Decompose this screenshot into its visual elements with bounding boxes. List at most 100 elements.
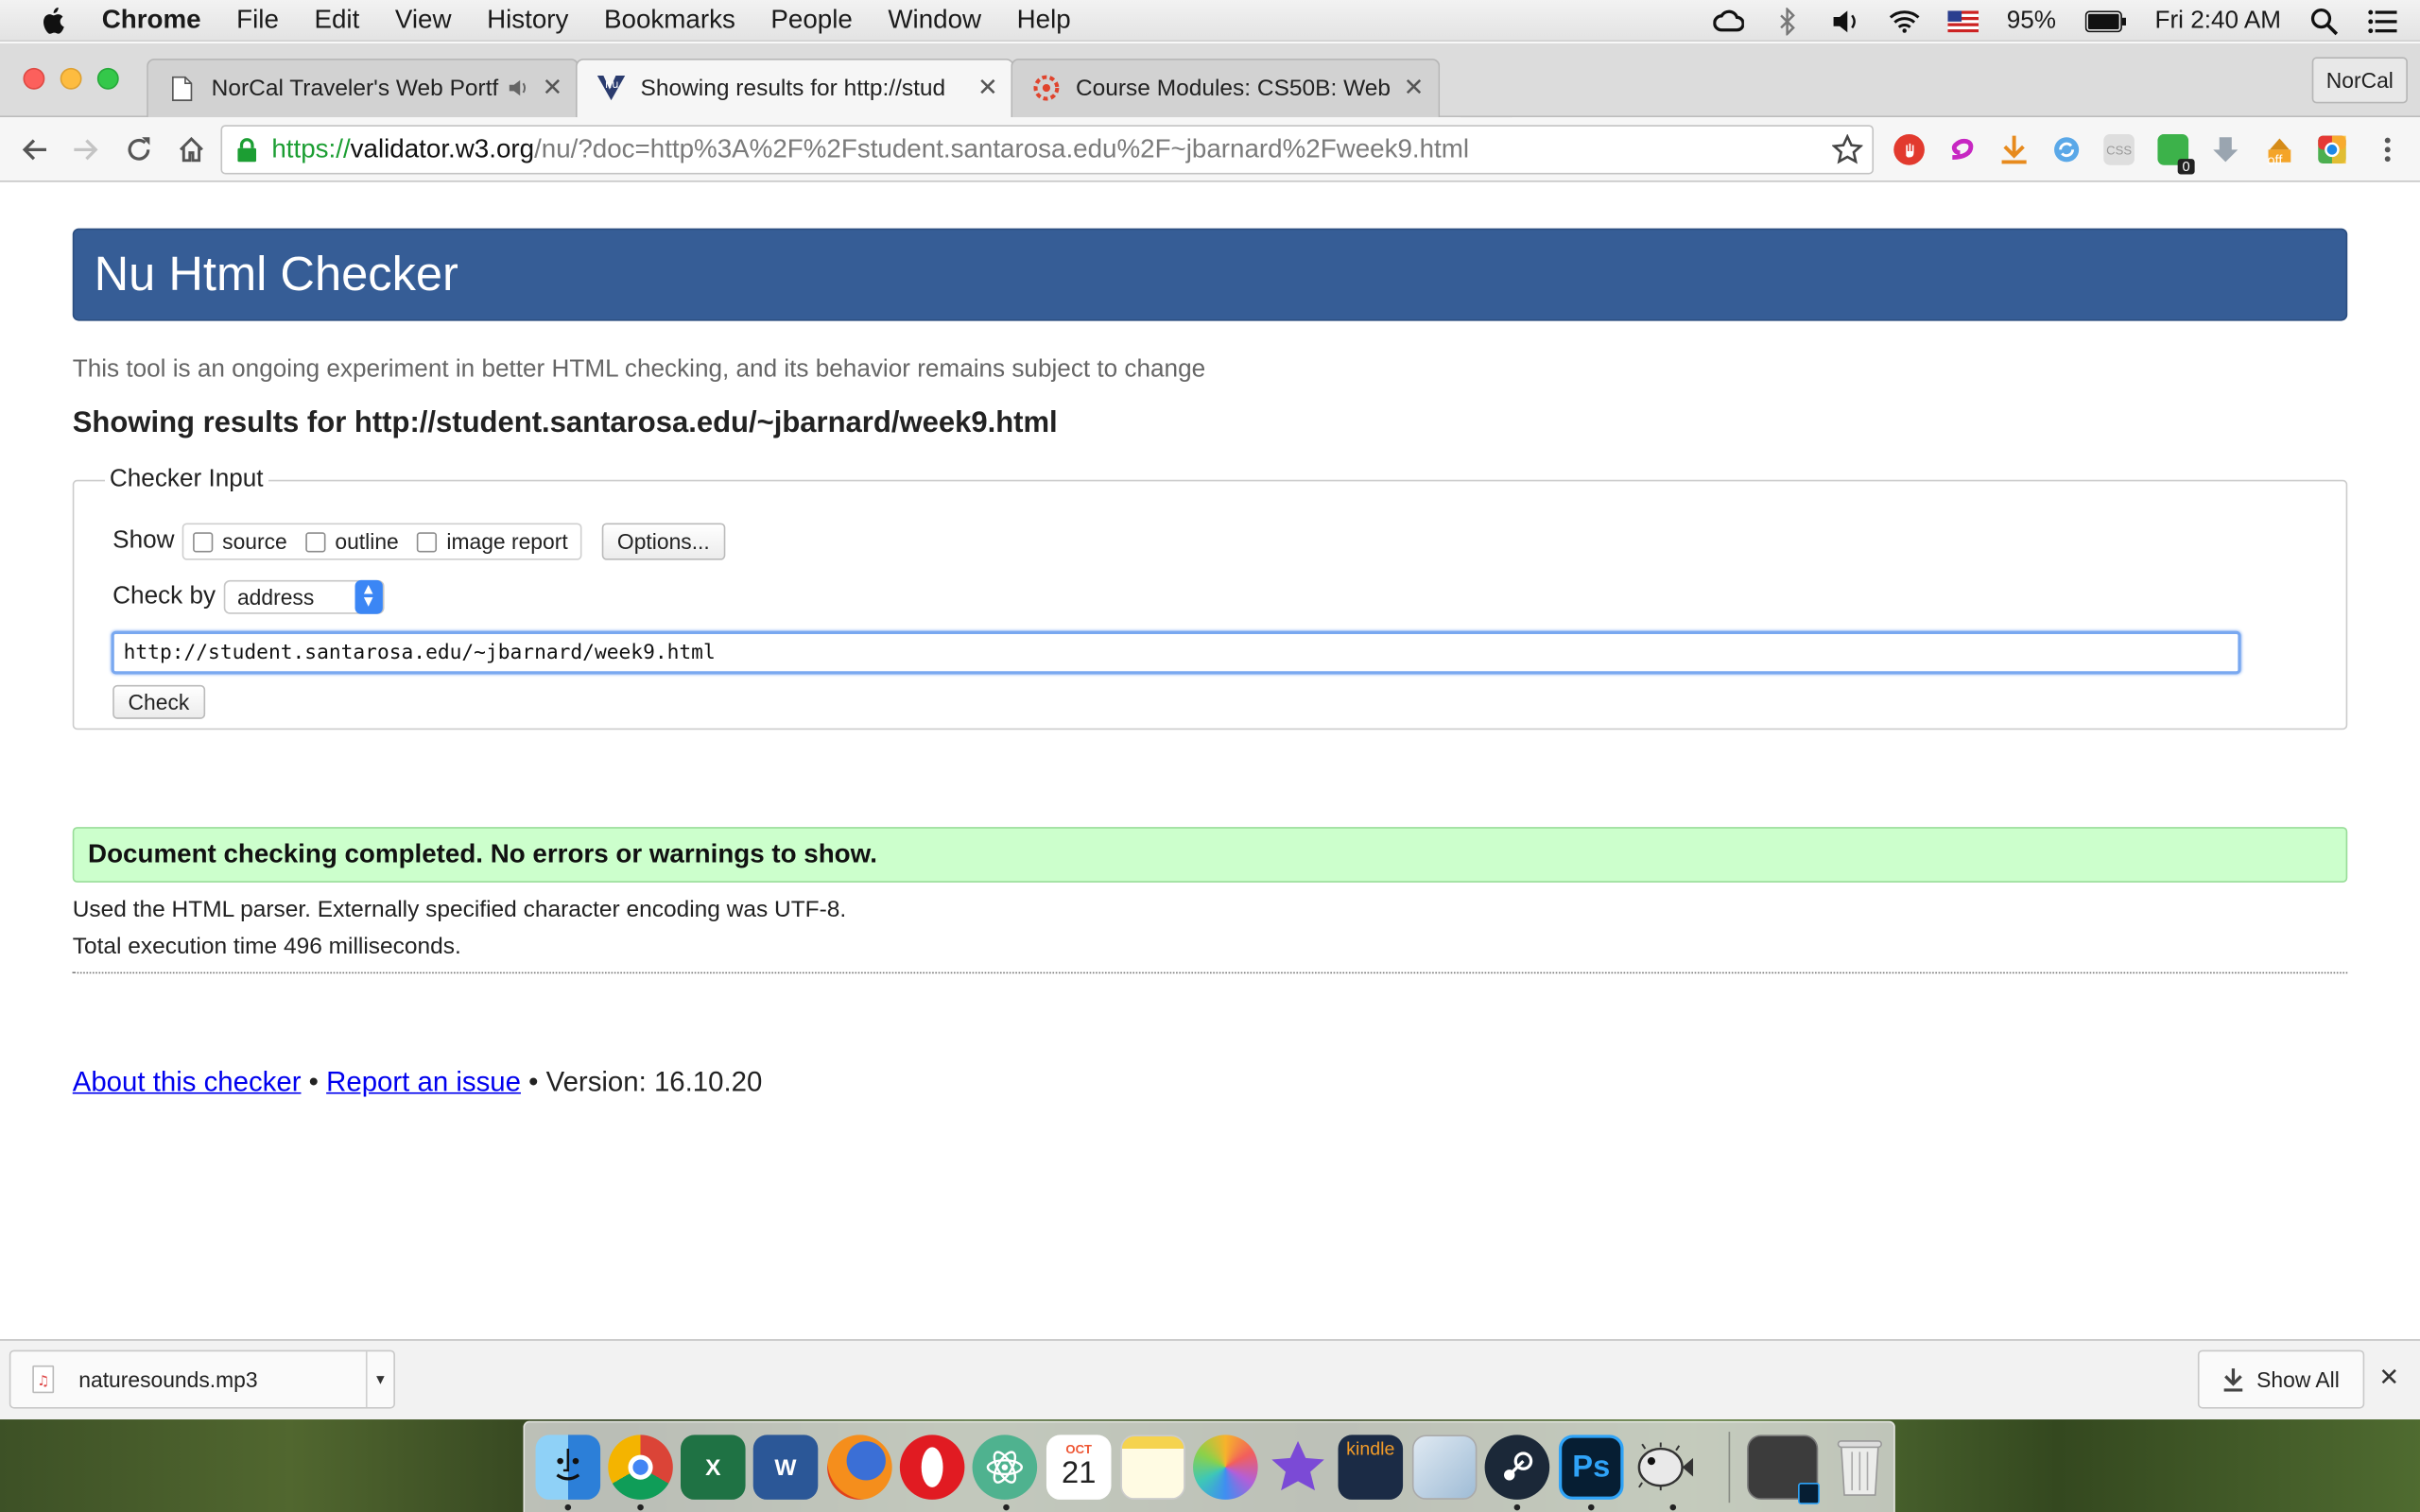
calendar-icon[interactable]: OCT 21: [1046, 1435, 1112, 1500]
steam-icon[interactable]: [1484, 1435, 1550, 1500]
close-tab-icon[interactable]: ✕: [1403, 73, 1425, 104]
download-menu-caret-icon[interactable]: ▼: [365, 1351, 393, 1407]
notes-icon[interactable]: [1120, 1435, 1185, 1500]
show-source-option[interactable]: source: [193, 529, 287, 554]
running-indicator: [1669, 1503, 1677, 1511]
wifi-icon[interactable]: [1890, 7, 1921, 34]
options-button[interactable]: Options...: [601, 523, 726, 560]
source-label: source: [222, 528, 287, 555]
evernote-style-extension-icon[interactable]: 0: [2157, 134, 2195, 175]
pufferfish-app-icon[interactable]: [1632, 1435, 1697, 1500]
excel-icon[interactable]: X: [680, 1435, 746, 1500]
tab-nu-checker[interactable]: nu Showing results for http://stud ✕: [575, 59, 1014, 118]
extension-badge: 0: [2177, 159, 2195, 175]
close-window-button[interactable]: [23, 67, 45, 90]
adblock-extension-icon[interactable]: [1893, 134, 1925, 165]
show-all-downloads-button[interactable]: Show All: [2197, 1349, 2365, 1409]
report-issue-link[interactable]: Report an issue: [326, 1066, 521, 1097]
show-image-report-option[interactable]: image report: [417, 528, 568, 555]
chrome-app-icon[interactable]: [608, 1435, 673, 1500]
css-viewer-extension-icon[interactable]: CSS: [2103, 134, 2135, 165]
menu-app-name[interactable]: Chrome: [102, 5, 201, 36]
back-button[interactable]: [15, 131, 52, 168]
running-indicator: [1587, 1503, 1595, 1511]
show-outline-option[interactable]: outline: [305, 528, 399, 555]
menu-file[interactable]: File: [236, 5, 279, 36]
notification-center-icon[interactable]: [2367, 7, 2398, 34]
url-host: validator.w3.org: [350, 134, 535, 164]
trash-icon[interactable]: [1827, 1435, 1893, 1500]
running-indicator: [1513, 1503, 1521, 1511]
page-icon: [168, 74, 196, 101]
atom-icon[interactable]: [972, 1435, 1038, 1500]
word-icon[interactable]: W: [752, 1435, 819, 1500]
outline-label: outline: [335, 528, 399, 555]
photos-icon[interactable]: [1193, 1435, 1258, 1500]
battery-icon[interactable]: [2083, 7, 2127, 34]
check-by-select[interactable]: address ▲ ▼: [223, 579, 385, 614]
outline-checkbox[interactable]: [305, 531, 326, 552]
menu-window[interactable]: Window: [888, 5, 981, 36]
kindle-icon[interactable]: kindle: [1338, 1435, 1404, 1500]
profile-button[interactable]: NorCal: [2311, 57, 2408, 104]
footer-separator: •: [301, 1066, 327, 1097]
spotlight-search-icon[interactable]: [2308, 7, 2340, 35]
bookmark-star-icon[interactable]: [1831, 133, 1864, 165]
close-tab-icon[interactable]: ✕: [542, 73, 563, 104]
imovie-icon[interactable]: [1266, 1435, 1331, 1500]
document-url-value: http://student.santarosa.edu/~jbarnard/w…: [123, 641, 716, 664]
download-arrow-icon: [2223, 1368, 2243, 1392]
us-flag-input-icon[interactable]: [1947, 7, 1979, 34]
kindle-label: kindle: [1346, 1437, 1395, 1460]
version-text: • Version: 16.10.20: [520, 1066, 763, 1097]
tab-audio-icon[interactable]: [508, 78, 529, 97]
creative-cloud-icon[interactable]: [1713, 7, 1745, 34]
menu-view[interactable]: View: [395, 5, 452, 36]
bluetooth-icon[interactable]: [1772, 7, 1804, 35]
source-checkbox[interactable]: [193, 531, 214, 552]
sync-extension-icon[interactable]: [2051, 134, 2083, 165]
tab-course-modules[interactable]: Course Modules: CS50B: Web ✕: [1011, 59, 1441, 118]
close-shelf-icon[interactable]: ✕: [2378, 1366, 2400, 1392]
volume-icon[interactable]: [1831, 7, 1862, 34]
chrome-menu-icon[interactable]: [2369, 131, 2406, 168]
menu-bookmarks[interactable]: Bookmarks: [604, 5, 735, 36]
home-button[interactable]: [173, 131, 210, 168]
firefox-icon[interactable]: [827, 1435, 892, 1500]
apple-menu-icon[interactable]: [37, 5, 68, 36]
minimized-window-thumbnail[interactable]: [1747, 1435, 1820, 1504]
clock[interactable]: Fri 2:40 AM: [2154, 7, 2281, 34]
opera-icon[interactable]: [899, 1435, 965, 1500]
about-checker-link[interactable]: About this checker: [73, 1066, 302, 1097]
save-extension-icon[interactable]: [2210, 134, 2241, 165]
success-message: Document checking completed. No errors o…: [72, 827, 2348, 883]
menu-people[interactable]: People: [770, 5, 852, 36]
select-arrows-icon: ▲ ▼: [354, 579, 383, 614]
page-content: Nu Html Checker This tool is an ongoing …: [0, 183, 2420, 1340]
tab-title: Course Modules: CS50B: Web: [1075, 75, 1392, 101]
photoshop-icon[interactable]: Ps: [1558, 1435, 1624, 1500]
secure-lock-icon[interactable]: [236, 137, 258, 163]
tab-norcal-portfolio[interactable]: NorCal Traveler's Web Portf ✕: [147, 59, 579, 118]
chrome-extension-icon[interactable]: [2317, 134, 2348, 165]
minimize-window-button[interactable]: [60, 67, 82, 90]
document-url-input[interactable]: http://student.santarosa.edu/~jbarnard/w…: [111, 630, 2241, 675]
download-extension-icon[interactable]: [1998, 134, 2030, 165]
check-button[interactable]: Check: [112, 684, 205, 719]
lastpass-style-extension-icon[interactable]: [1946, 134, 1978, 165]
close-tab-icon[interactable]: ✕: [977, 73, 998, 104]
coupon-extension-icon[interactable]: off: [2264, 134, 2295, 168]
menu-history[interactable]: History: [487, 5, 568, 36]
menu-help[interactable]: Help: [1017, 5, 1071, 36]
finder-icon[interactable]: [535, 1435, 601, 1500]
image-report-label: image report: [446, 528, 568, 555]
forward-button[interactable]: [68, 131, 105, 168]
preview-icon[interactable]: [1411, 1435, 1478, 1500]
execution-time-info: Total execution time 496 milliseconds.: [72, 933, 461, 960]
image-report-checkbox[interactable]: [417, 531, 438, 552]
zoom-window-button[interactable]: [96, 67, 119, 90]
menu-edit[interactable]: Edit: [314, 5, 359, 36]
reload-button[interactable]: [120, 131, 157, 168]
address-bar[interactable]: https://validator.w3.org/nu/?doc=http%3A…: [220, 125, 1875, 175]
download-item[interactable]: ♫ naturesounds.mp3 ▼: [9, 1349, 395, 1409]
